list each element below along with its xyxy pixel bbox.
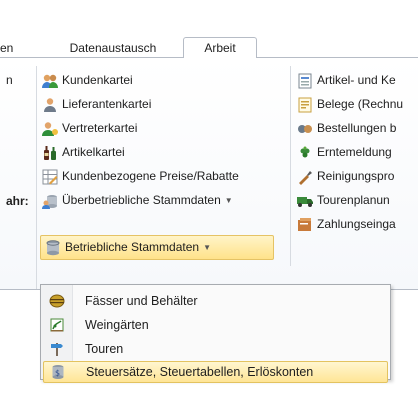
- erntemeldung-label: Erntemeldung: [317, 145, 392, 159]
- belege-label: Belege (Rechnu: [317, 97, 404, 111]
- artikelkartei-button[interactable]: Artikelkartei: [41, 142, 125, 163]
- brush-icon: [296, 168, 314, 186]
- tab-partial[interactable]: en: [0, 38, 24, 59]
- kundenbezogene-preise-label: Kundenbezogene Preise/Rabatte: [62, 169, 239, 183]
- svg-text:$: $: [55, 369, 60, 378]
- belege-button[interactable]: Belege (Rechnu: [296, 94, 418, 115]
- grape-icon: [296, 144, 314, 162]
- truck-icon: [296, 192, 314, 210]
- menu-item-weingaerten[interactable]: Weingärten: [43, 313, 388, 337]
- bestellungen-button[interactable]: Bestellungen b: [296, 118, 418, 139]
- kundenkartei-button[interactable]: Kundenkartei: [41, 70, 133, 91]
- kundenkartei-label: Kundenkartei: [62, 73, 133, 87]
- left-group-label: ahr:: [6, 194, 29, 208]
- betriebliche-stammdaten-label: Betriebliche Stammdaten: [65, 240, 200, 254]
- signpost-icon: [43, 339, 71, 359]
- price-table-icon: [41, 168, 59, 186]
- reinigungsprotokoll-button[interactable]: Reinigungspro: [296, 166, 418, 187]
- ueberbetriebliche-stammdaten-label: Überbetriebliche Stammdaten: [62, 193, 221, 207]
- group-separator: [36, 66, 37, 290]
- zahlungseingang-button[interactable]: Zahlungseinga: [296, 214, 418, 235]
- barrel-icon: [43, 291, 71, 311]
- menu-item-label: Weingärten: [85, 318, 149, 332]
- ueberbetriebliche-stammdaten-button[interactable]: Überbetriebliche Stammdaten ▼: [41, 190, 233, 211]
- menu-item-touren[interactable]: Touren: [43, 337, 388, 361]
- lieferantenkartei-button[interactable]: Lieferantenkartei: [41, 94, 151, 115]
- representative-icon: [41, 120, 59, 138]
- orders-icon: [296, 120, 314, 138]
- kundenbezogene-preise-button[interactable]: Kundenbezogene Preise/Rabatte: [41, 166, 239, 187]
- tab-arbeit[interactable]: Arbeit: [183, 37, 257, 59]
- reinigungsprotokoll-label: Reinigungspro: [317, 169, 395, 183]
- group-separator: [290, 66, 291, 266]
- workspace-area: [0, 290, 40, 396]
- article-icon: [296, 72, 314, 90]
- tab-datenaustausch[interactable]: Datenaustausch: [54, 38, 172, 59]
- database-shared-icon: [41, 192, 59, 210]
- customers-icon: [41, 72, 59, 90]
- bestellungen-label: Bestellungen b: [317, 121, 397, 135]
- menu-item-label: Fässer und Behälter: [85, 294, 198, 308]
- database-icon: [44, 239, 62, 257]
- tourenplanung-button[interactable]: Tourenplanun: [296, 190, 418, 211]
- payment-icon: [296, 216, 314, 234]
- betriebliche-stammdaten-button[interactable]: Betriebliche Stammdaten ▼: [44, 237, 211, 258]
- menu-item-faesser-und-behaelter[interactable]: Fässer und Behälter: [43, 289, 388, 313]
- vertreterkartei-button[interactable]: Vertreterkartei: [41, 118, 137, 139]
- tax-database-icon: $: [44, 362, 72, 382]
- left-group-fragment: n: [6, 73, 13, 87]
- tourenplanung-label: Tourenplanun: [317, 193, 390, 207]
- artikelkartei-label: Artikelkartei: [62, 145, 125, 159]
- artikel-kennzahlen-label: Artikel- und Ke: [317, 73, 396, 87]
- menu-item-label: Steuersätze, Steuertabellen, Erlöskonten: [86, 365, 314, 379]
- chevron-down-icon: ▼: [203, 243, 211, 252]
- artikel-kennzahlen-button[interactable]: Artikel- und Ke: [296, 70, 418, 91]
- bottles-icon: [41, 144, 59, 162]
- menu-item-steuersaetze[interactable]: $ Steuersätze, Steuertabellen, Erlöskont…: [43, 361, 388, 383]
- betriebliche-stammdaten-dropdown: Fässer und Behälter Weingärten Touren $ …: [40, 284, 391, 383]
- chevron-down-icon: ▼: [224, 196, 233, 205]
- vineyard-icon: [43, 315, 71, 335]
- document-icon: [296, 96, 314, 114]
- vertreterkartei-label: Vertreterkartei: [62, 121, 138, 135]
- menu-item-label: Touren: [85, 342, 124, 356]
- zahlungseingang-label: Zahlungseinga: [317, 217, 396, 231]
- lieferantenkartei-label: Lieferantenkartei: [62, 97, 152, 111]
- supplier-icon: [41, 96, 59, 114]
- erntemeldung-button[interactable]: Erntemeldung: [296, 142, 418, 163]
- ribbon-tab-bar: en Datenaustausch Arbeit: [0, 0, 418, 59]
